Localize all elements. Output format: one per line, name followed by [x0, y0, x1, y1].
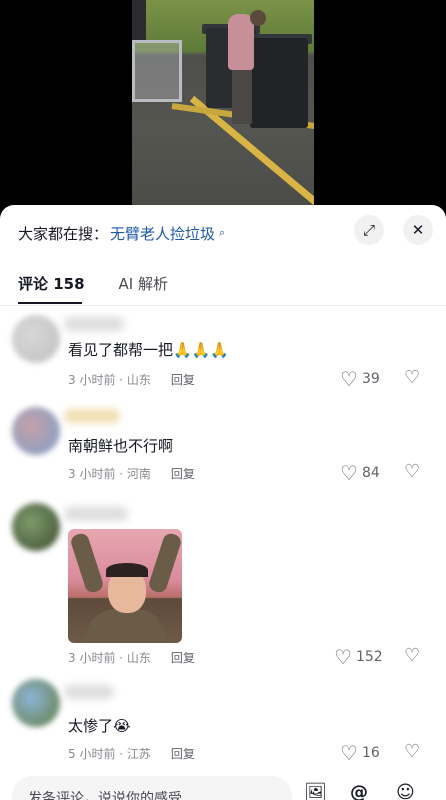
- like-count: 16: [361, 745, 380, 761]
- avatar[interactable]: [12, 679, 60, 727]
- video-frame: [132, 0, 314, 215]
- like-count: 152: [355, 649, 383, 665]
- video-player[interactable]: [0, 0, 446, 215]
- comment-text: 看见了都帮一把🙏🙏🙏: [68, 341, 230, 359]
- like-button[interactable]: ♡ 152: [334, 645, 383, 669]
- dislike-button[interactable]: ♡: [404, 741, 420, 762]
- broken-heart-icon: ♡: [404, 367, 421, 388]
- avatar[interactable]: [12, 315, 60, 363]
- comment-input-bar: 发条评论，说说你的感受 🖼 @ ☺: [0, 770, 446, 800]
- close-button[interactable]: ✕: [403, 215, 433, 245]
- comment-time: 3 小时前 · 山东: [68, 651, 151, 665]
- comment-tabs: 评论 158 AI 解析: [18, 273, 168, 304]
- search-icon: ⌕: [219, 226, 226, 239]
- comment-time: 3 小时前 · 山东: [68, 373, 151, 387]
- at-icon[interactable]: @: [350, 782, 368, 800]
- heart-icon: ♡: [340, 461, 358, 485]
- search-prefix: 大家都在搜：: [18, 224, 109, 243]
- like-count: 39: [361, 371, 380, 387]
- dislike-button[interactable]: ♡: [404, 461, 420, 482]
- close-icon: ✕: [411, 221, 425, 239]
- reply-button[interactable]: 回复: [171, 371, 195, 388]
- comment-text: 南朝鲜也不行啊: [68, 437, 174, 455]
- dislike-button[interactable]: ♡: [404, 367, 420, 388]
- divider: [0, 305, 446, 306]
- tab-ai-analysis[interactable]: AI 解析: [119, 273, 168, 294]
- username-blurred[interactable]: [64, 507, 128, 521]
- comment-time: 3 小时前 · 河南: [68, 467, 151, 481]
- comment-time: 5 小时前 · 江苏: [68, 747, 151, 761]
- username-blurred[interactable]: [64, 685, 114, 699]
- cart-image: [132, 40, 182, 102]
- like-button[interactable]: ♡ 16: [340, 741, 380, 765]
- trending-search[interactable]: 大家都在搜： 无臂老人捡垃圾 ⌕: [18, 221, 225, 245]
- like-count: 84: [361, 465, 380, 481]
- like-button[interactable]: ♡ 84: [340, 461, 380, 485]
- broken-heart-icon: ♡: [404, 645, 421, 666]
- tab-comments[interactable]: 评论 158: [18, 273, 85, 304]
- person-figure: [228, 14, 254, 70]
- image-icon[interactable]: 🖼: [304, 782, 327, 800]
- dislike-button[interactable]: ♡: [404, 645, 420, 666]
- comment-input[interactable]: 发条评论，说说你的感受: [12, 776, 292, 800]
- reply-button[interactable]: 回复: [171, 649, 195, 666]
- expand-icon: ⤢: [362, 221, 375, 239]
- expand-button[interactable]: ⤢: [354, 215, 384, 245]
- comment-sheet: 大家都在搜： 无臂老人捡垃圾 ⌕ ⤢ ✕ 评论 158 AI 解析 看见了都帮一…: [0, 205, 446, 800]
- reply-button[interactable]: 回复: [171, 745, 195, 762]
- username-blurred[interactable]: [64, 317, 124, 331]
- search-term-link[interactable]: 无臂老人捡垃圾: [110, 223, 215, 244]
- heart-icon: ♡: [340, 741, 358, 765]
- username-blurred[interactable]: [64, 409, 120, 423]
- emoji-icon[interactable]: ☺: [396, 782, 415, 800]
- broken-heart-icon: ♡: [404, 461, 421, 482]
- like-button[interactable]: ♡ 39: [340, 367, 380, 391]
- avatar[interactable]: [12, 407, 60, 455]
- avatar[interactable]: [12, 503, 60, 551]
- heart-icon: ♡: [340, 367, 358, 391]
- broken-heart-icon: ♡: [404, 741, 421, 762]
- sticker-image[interactable]: [68, 529, 182, 643]
- comment-text: 太惨了😭: [68, 717, 131, 735]
- heart-icon: ♡: [334, 645, 352, 669]
- reply-button[interactable]: 回复: [171, 465, 195, 482]
